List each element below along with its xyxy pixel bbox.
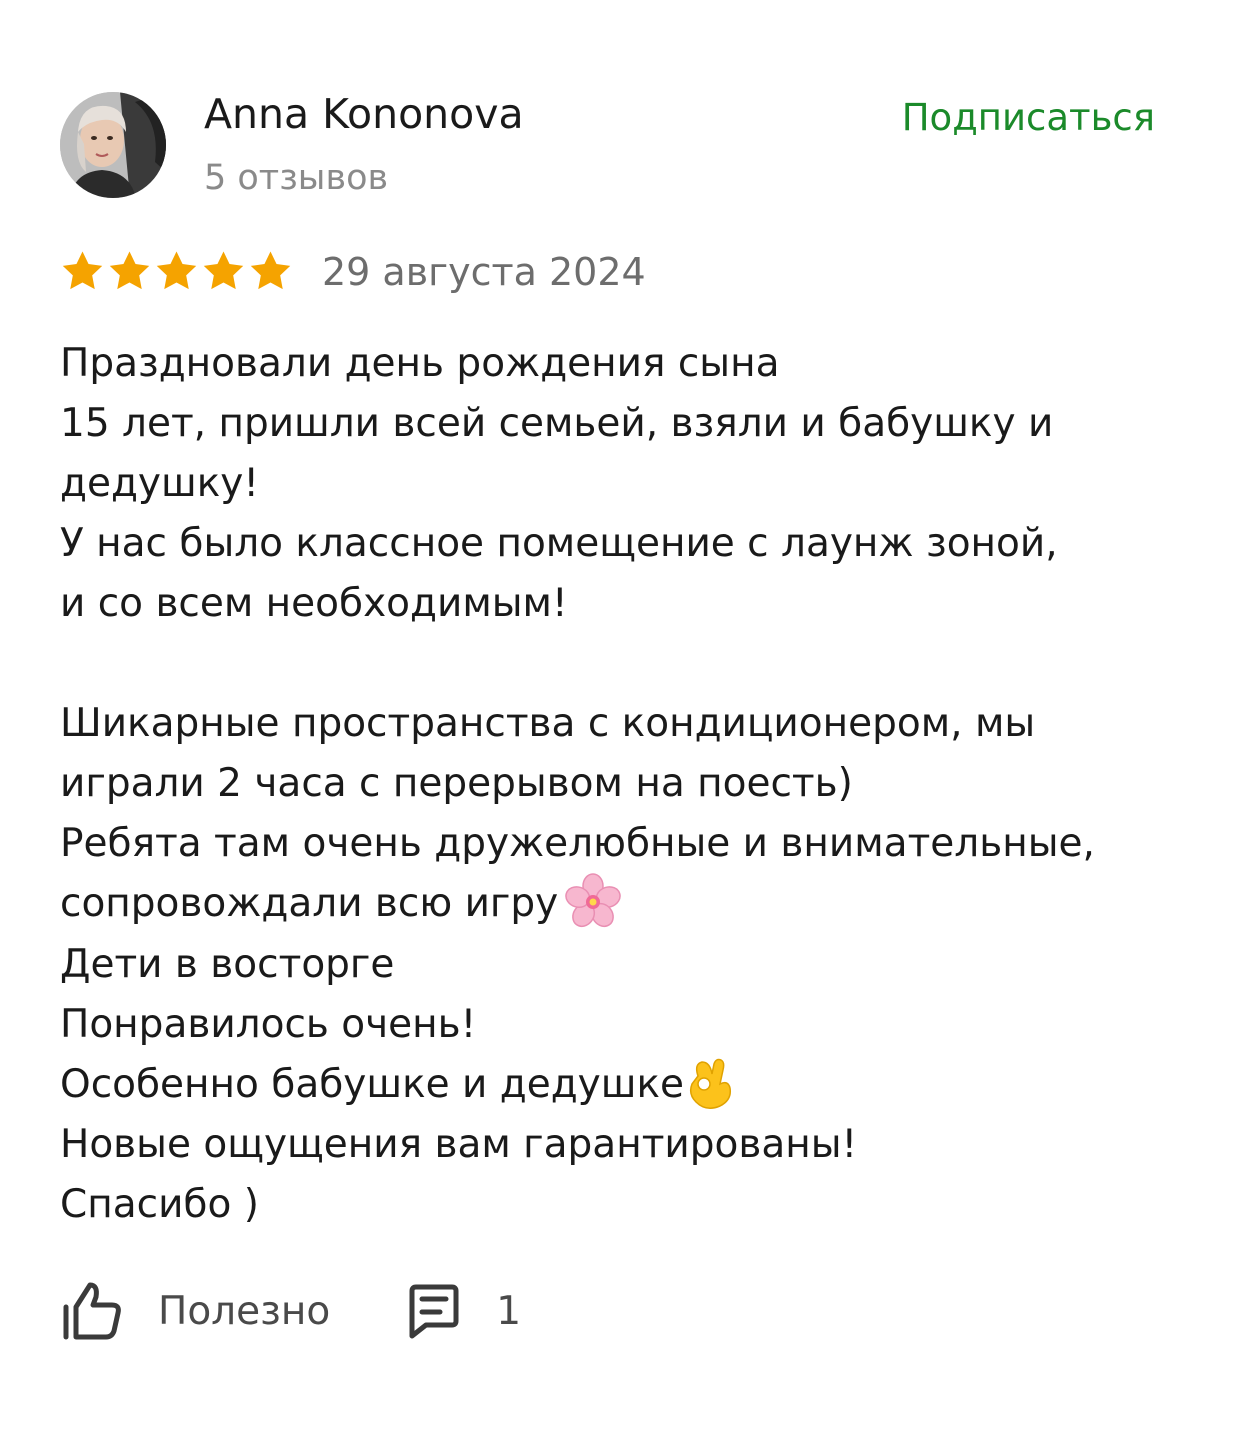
review-line: Шикарные пространства с кондиционером, м… bbox=[60, 701, 1036, 746]
comments-button[interactable]: 1 bbox=[406, 1283, 521, 1339]
helpful-label: Полезно bbox=[158, 1288, 331, 1334]
avatar[interactable] bbox=[60, 92, 166, 198]
star-icon bbox=[62, 251, 103, 290]
star-icon bbox=[250, 251, 291, 290]
review-line: и со всем необходимым! bbox=[60, 581, 568, 626]
star-rating bbox=[60, 250, 293, 292]
author-name[interactable]: Anna Kononova bbox=[204, 88, 524, 140]
review-line: Праздновали день рождения сына bbox=[60, 341, 780, 386]
user-photo-avatar-icon bbox=[60, 92, 166, 198]
star-icon bbox=[203, 251, 244, 290]
thumbs-up-icon bbox=[63, 1282, 121, 1340]
review-date: 29 августа 2024 bbox=[322, 250, 646, 294]
review-line: Ребята там очень дружелюбные и вниматель… bbox=[60, 821, 1095, 866]
review-line-with-emoji: сопровождали всю игру bbox=[60, 872, 1180, 935]
review-line-with-emoji: Особенно бабушке и дедушке bbox=[60, 1055, 1180, 1115]
review-line: Особенно бабушке и дедушке bbox=[60, 1061, 684, 1107]
review-line: Понравилось очень! bbox=[60, 1001, 477, 1047]
review-text: Праздновали день рождения сына 15 лет, п… bbox=[60, 334, 1180, 1235]
review-line: Новые ощущения вам гарантированы! bbox=[60, 1121, 858, 1167]
review-line: У нас было классное помещение с лаунж зо… bbox=[60, 521, 1058, 566]
author-review-count[interactable]: 5 отзывов bbox=[204, 156, 388, 200]
star-icon bbox=[156, 251, 197, 290]
helpful-button[interactable]: Полезно bbox=[60, 1279, 330, 1343]
review-card: Anna Kononova 5 отзывов Подписаться 29 а… bbox=[0, 0, 1253, 1441]
subscribe-button[interactable]: Подписаться bbox=[902, 96, 1155, 140]
review-line: Спасибо ) bbox=[60, 1181, 259, 1227]
ok-hand-icon bbox=[689, 1058, 732, 1109]
review-line: 15 лет, пришли всей семьей, взяли и бабу… bbox=[60, 401, 1054, 446]
review-line: Дети в восторге bbox=[60, 941, 395, 987]
review-line: дедушку! bbox=[60, 461, 259, 506]
review-actions: Полезно 1 bbox=[60, 1276, 521, 1346]
review-line: сопровождали всю игру bbox=[60, 881, 559, 926]
star-icon bbox=[109, 251, 150, 290]
review-line-blank bbox=[60, 634, 1180, 694]
review-line: играли 2 часа с перерывом на поесть) bbox=[60, 761, 853, 806]
comment-count: 1 bbox=[496, 1288, 522, 1334]
comment-icon bbox=[409, 1284, 459, 1339]
cherry-blossom-icon bbox=[565, 872, 622, 927]
